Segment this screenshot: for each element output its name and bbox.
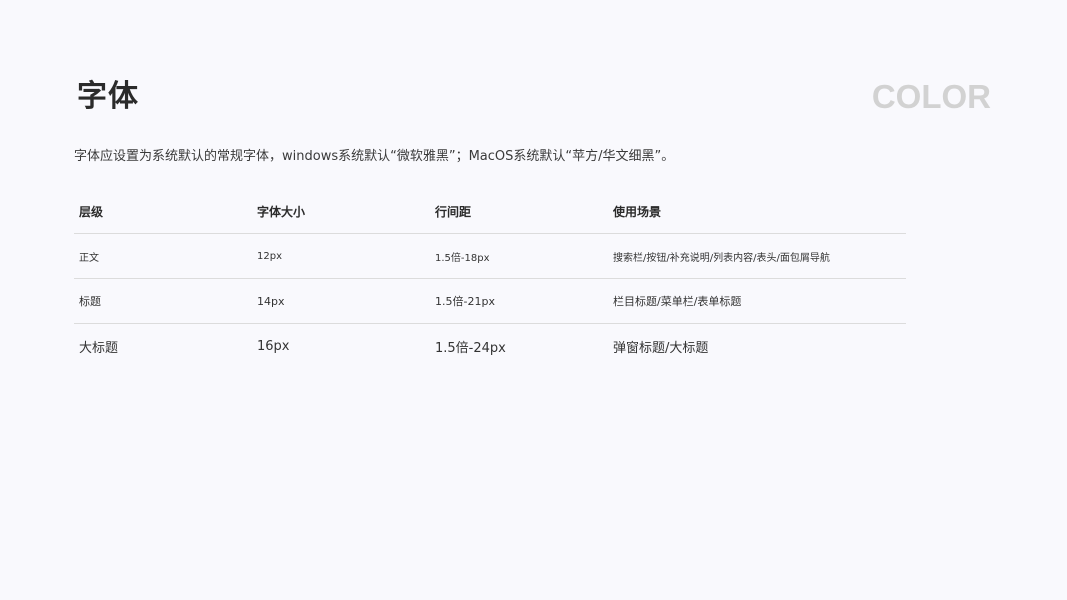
header-level: 层级 <box>74 190 252 234</box>
page-title: 字体 <box>77 79 139 114</box>
cell-font-size: 12px <box>252 233 430 279</box>
table-row: 正文 12px 1.5倍-18px 搜索栏/按钮/补充说明/列表内容/表头/面包… <box>74 233 906 279</box>
cell-usage: 搜索栏/按钮/补充说明/列表内容/表头/面包屑导航 <box>608 233 906 279</box>
cell-font-size: 16px <box>257 338 290 354</box>
font-spec-table: 层级 字体大小 行间距 使用场景 正文 12px 1.5倍-18px 搜索栏/按… <box>74 190 906 368</box>
cell-level: 正文 <box>74 233 252 279</box>
header-line-height: 行间距 <box>430 190 608 234</box>
cell-level: 大标题 <box>79 340 119 356</box>
table-row: 大标题 16px 1.5倍-24px 弹窗标题/大标题 <box>74 324 906 369</box>
cell-font-size: 14px <box>252 278 430 324</box>
header-usage: 使用场景 <box>608 190 906 234</box>
cell-line-height: 1.5倍-24px <box>435 340 506 356</box>
table-header-row: 层级 字体大小 行间距 使用场景 <box>74 190 906 234</box>
section-label: COLOR <box>871 78 991 115</box>
cell-line-height: 1.5倍-21px <box>430 278 608 324</box>
cell-usage: 栏目标题/菜单栏/表单标题 <box>608 278 906 324</box>
cell-level: 标题 <box>74 278 252 324</box>
intro-text: 字体应设置为系统默认的常规字体，windows系统默认“微软雅黑”；MacOS系… <box>74 149 675 164</box>
cell-line-height: 1.5倍-18px <box>430 233 608 279</box>
header-font-size: 字体大小 <box>252 190 430 234</box>
table-row: 标题 14px 1.5倍-21px 栏目标题/菜单栏/表单标题 <box>74 278 906 324</box>
cell-usage: 弹窗标题/大标题 <box>613 340 709 356</box>
